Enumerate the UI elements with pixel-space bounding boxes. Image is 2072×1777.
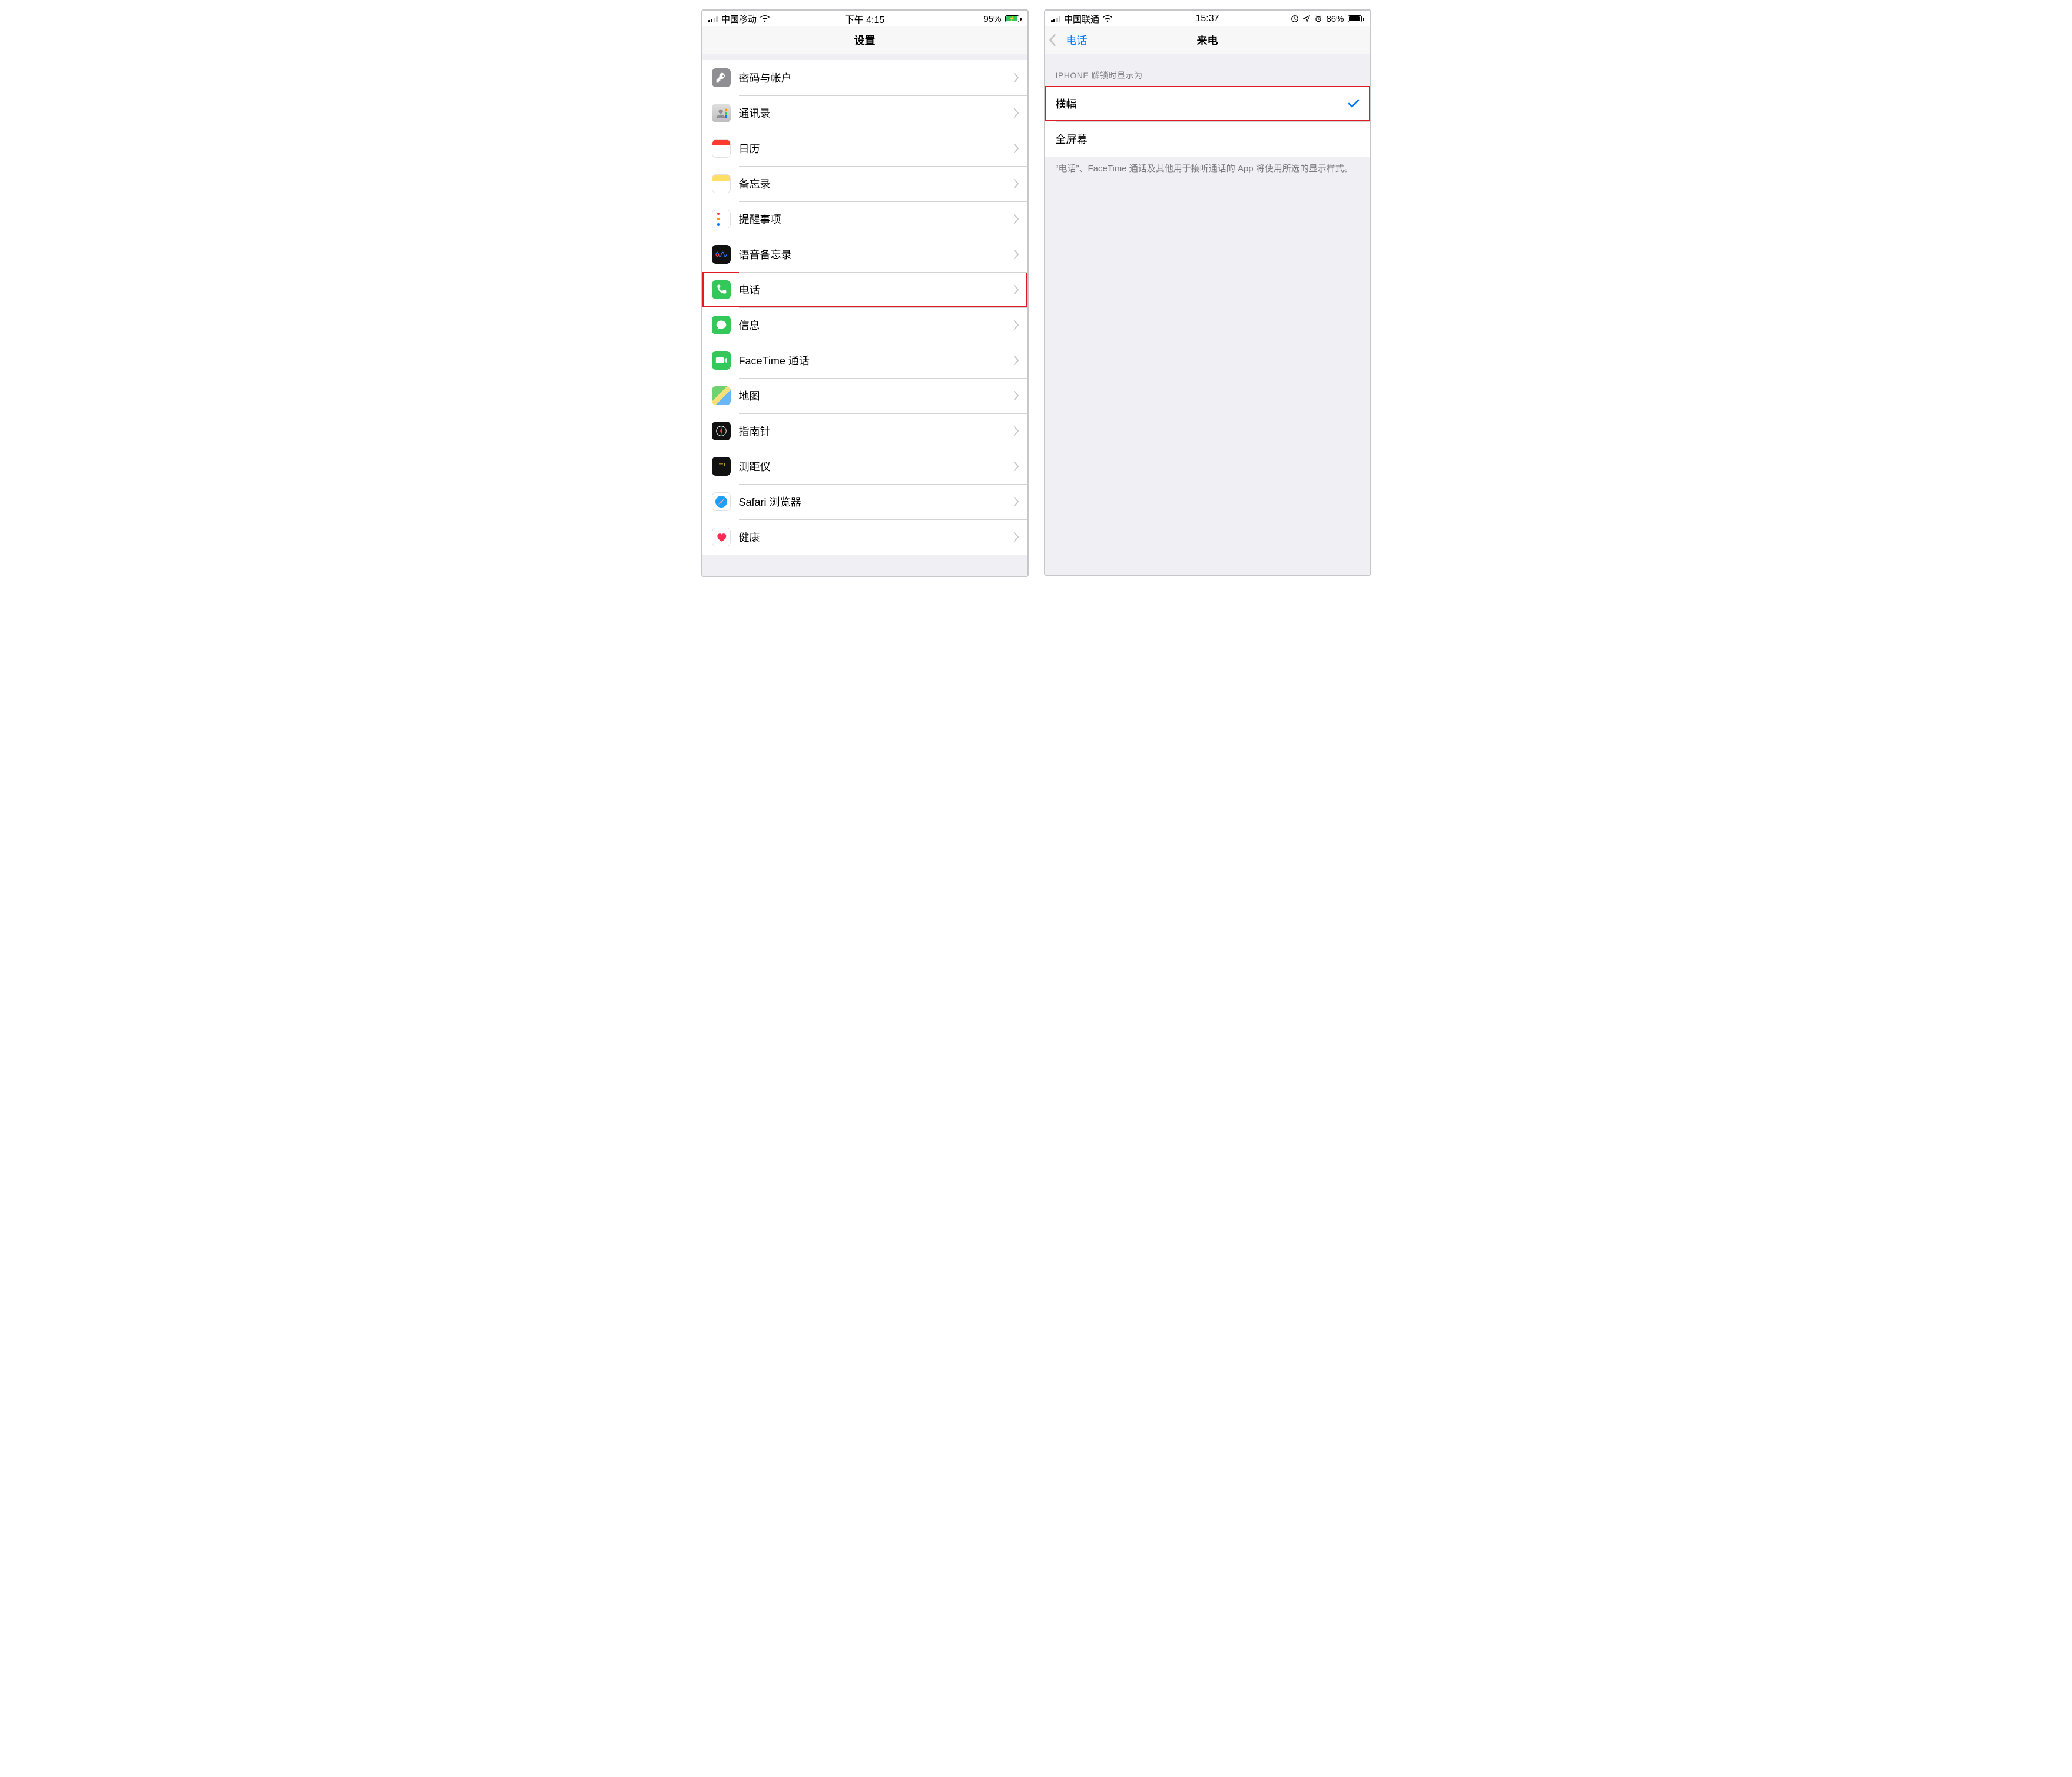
settings-row-measure[interactable]: 测距仪 xyxy=(702,449,1027,484)
settings-row-voice-memos[interactable]: 语音备忘录 xyxy=(702,237,1027,272)
wifi-icon xyxy=(1103,15,1112,22)
contacts-icon xyxy=(712,104,731,122)
maps-icon xyxy=(712,386,731,405)
settings-phone-frame: 中国移动 下午 4:15 95% ⚡ 设置 密码与帐户通讯录日历备忘录 ——— 提醒… xyxy=(701,9,1029,577)
notes-icon xyxy=(712,174,731,193)
chevron-right-icon xyxy=(1013,391,1019,400)
settings-row-compass[interactable]: 指南针 xyxy=(702,413,1027,449)
measure-icon xyxy=(712,457,731,476)
chevron-right-icon xyxy=(1013,214,1019,224)
health-icon xyxy=(712,528,731,546)
reminders-icon: ——— xyxy=(712,210,731,228)
settings-row-calendar[interactable]: 日历 xyxy=(702,131,1027,166)
messages-icon xyxy=(712,316,731,334)
row-label: 测距仪 xyxy=(739,459,1013,474)
battery-pct-label: 86% xyxy=(1326,14,1344,24)
safari-icon xyxy=(712,492,731,511)
chevron-right-icon xyxy=(1013,356,1019,365)
chevron-right-icon xyxy=(1013,73,1019,82)
settings-row-reminders[interactable]: ——— 提醒事项 xyxy=(702,201,1027,237)
settings-row-messages[interactable]: 信息 xyxy=(702,307,1027,343)
group-header: IPHONE 解锁时显示为 xyxy=(1045,54,1370,86)
compass-icon xyxy=(712,422,731,440)
carrier-label: 中国联通 xyxy=(1064,13,1099,25)
row-label: 指南针 xyxy=(739,423,1013,439)
row-label: 健康 xyxy=(739,529,1013,545)
rotation-lock-icon xyxy=(1291,15,1299,23)
group-footer: “电话”、FaceTime 通话及其他用于接听通话的 App 将使用所选的显示样… xyxy=(1045,157,1370,176)
settings-row-contacts[interactable]: 通讯录 xyxy=(702,95,1027,131)
row-label: Safari 浏览器 xyxy=(739,494,1013,509)
nav-bar: 设置 xyxy=(702,26,1027,54)
chevron-right-icon xyxy=(1013,320,1019,330)
chevron-right-icon xyxy=(1013,426,1019,436)
signal-icon xyxy=(708,15,718,22)
nav-title: 设置 xyxy=(702,32,1027,48)
nav-bar: 电话 来电 xyxy=(1045,26,1370,54)
battery-icon: ⚡ xyxy=(1005,15,1022,22)
facetime-icon xyxy=(712,351,731,370)
settings-row-notes[interactable]: 备忘录 xyxy=(702,166,1027,201)
settings-row-phone[interactable]: 电话 xyxy=(702,272,1027,307)
incoming-call-phone-frame: 中国联通 15:37 86% 电话 来电 IPHONE 解锁时显示为 xyxy=(1044,9,1371,576)
option-label: 全屏幕 xyxy=(1045,131,1370,147)
incoming-option-banner[interactable]: 横幅 xyxy=(1045,86,1370,121)
row-label: 通讯录 xyxy=(739,105,1013,121)
calendar-icon xyxy=(712,139,731,158)
chevron-right-icon xyxy=(1013,108,1019,118)
phone-icon xyxy=(712,280,731,299)
option-label: 横幅 xyxy=(1045,96,1348,111)
settings-row-passwords-accounts[interactable]: 密码与帐户 xyxy=(702,60,1027,95)
voice-icon xyxy=(712,245,731,264)
settings-list[interactable]: 密码与帐户通讯录日历备忘录 ——— 提醒事项语音备忘录电话信息 FaceTime 通话… xyxy=(702,54,1027,576)
battery-icon xyxy=(1348,15,1364,22)
row-label: 信息 xyxy=(739,317,1013,333)
chevron-right-icon xyxy=(1013,179,1019,188)
row-label: 密码与帐户 xyxy=(739,70,1013,85)
row-label: 地图 xyxy=(739,388,1013,403)
row-label: FaceTime 通话 xyxy=(739,353,1013,368)
key-icon xyxy=(712,68,731,87)
row-label: 提醒事项 xyxy=(739,211,1013,227)
alarm-icon xyxy=(1314,15,1322,23)
chevron-right-icon xyxy=(1013,532,1019,542)
row-label: 备忘录 xyxy=(739,176,1013,191)
chevron-right-icon xyxy=(1013,144,1019,153)
settings-row-safari[interactable]: Safari 浏览器 xyxy=(702,484,1027,519)
carrier-label: 中国移动 xyxy=(721,13,757,25)
settings-row-maps[interactable]: 地图 xyxy=(702,378,1027,413)
battery-pct-label: 95% xyxy=(983,14,1001,24)
row-label: 电话 xyxy=(739,282,1013,297)
chevron-right-icon xyxy=(1013,285,1019,294)
signal-icon xyxy=(1051,15,1061,22)
checkmark-icon xyxy=(1348,99,1360,108)
incoming-option-fullscreen[interactable]: 全屏幕 xyxy=(1045,121,1370,157)
location-icon xyxy=(1302,15,1311,23)
wifi-icon xyxy=(760,15,770,22)
row-label: 日历 xyxy=(739,141,1013,156)
incoming-call-options: IPHONE 解锁时显示为 横幅全屏幕 “电话”、FaceTime 通话及其他用… xyxy=(1045,54,1370,575)
settings-row-facetime[interactable]: FaceTime 通话 xyxy=(702,343,1027,378)
chevron-right-icon xyxy=(1013,497,1019,506)
chevron-right-icon xyxy=(1013,462,1019,471)
settings-row-health[interactable]: 健康 xyxy=(702,519,1027,555)
chevron-right-icon xyxy=(1013,250,1019,259)
row-label: 语音备忘录 xyxy=(739,247,1013,262)
nav-title: 来电 xyxy=(1045,32,1370,48)
status-bar: 中国移动 下午 4:15 95% ⚡ xyxy=(702,11,1027,26)
status-bar: 中国联通 15:37 86% xyxy=(1045,11,1370,26)
